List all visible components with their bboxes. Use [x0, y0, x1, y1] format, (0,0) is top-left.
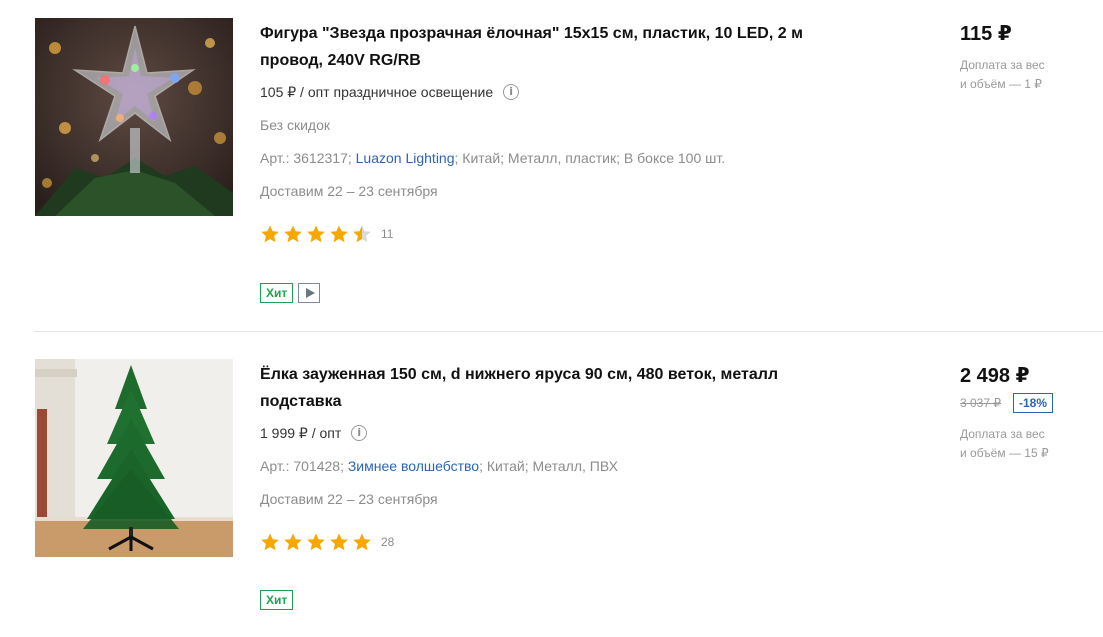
- product-info: Фигура "Звезда прозрачная ёлочная" 15х15…: [260, 20, 820, 245]
- old-price-row: 3 037 ₽ -18%: [960, 392, 1100, 414]
- badges: Хит: [260, 590, 294, 610]
- wholesale-price-row: 1 999 ₽ / опт i: [260, 423, 820, 443]
- price: 2 498 ₽: [960, 365, 1030, 387]
- star-icon: [283, 224, 303, 244]
- wholesale-price: 105 ₽ / опт праздничное освещение: [260, 84, 494, 100]
- title-line[interactable]: Фигура "Звезда прозрачная ёлочная" 15х15…: [260, 20, 820, 47]
- surcharge-line: и объём — 1 ₽: [960, 77, 1042, 91]
- product-card: Фигура "Звезда прозрачная ёлочная" 15х15…: [0, 0, 1103, 331]
- play-icon: [305, 288, 315, 298]
- info-icon[interactable]: i: [351, 425, 368, 441]
- star-icon: [352, 224, 372, 244]
- hit-badge: Хит: [260, 283, 294, 303]
- article-number: Арт.: 701428;: [260, 458, 344, 474]
- wholesale-price: 1 999 ₽ / опт: [260, 425, 342, 441]
- surcharge-line: Доплата за вес: [960, 427, 1045, 441]
- star-icon: [329, 224, 349, 244]
- play-video-button[interactable]: [298, 283, 321, 303]
- product-title[interactable]: Ёлка зауженная 150 см, d нижнего яруса 9…: [260, 361, 820, 415]
- price-box: 2 498 ₽ 3 037 ₽ -18% Доплата за вес и об…: [960, 364, 1100, 463]
- star-rating: [260, 224, 372, 244]
- rating[interactable]: 28: [260, 531, 820, 553]
- country: Китай;: [462, 150, 505, 166]
- delivery-date: Доставим 22 – 23 сентября: [260, 491, 438, 507]
- delivery-date: Доставим 22 – 23 сентября: [260, 183, 438, 199]
- country: Китай;: [486, 458, 529, 474]
- product-info: Ёлка зауженная 150 см, d нижнего яруса 9…: [260, 361, 820, 553]
- title-line[interactable]: провод, 240V RG/RB: [260, 47, 820, 74]
- material: Металл, ПВХ: [532, 458, 618, 474]
- product-title[interactable]: Фигура "Звезда прозрачная ёлочная" 15х15…: [260, 20, 820, 74]
- discount-badge: -18%: [1013, 393, 1054, 413]
- title-line[interactable]: подставка: [260, 388, 820, 415]
- surcharge-line: Доплата за вес: [960, 58, 1045, 72]
- brand-link[interactable]: Зимнее волшебство: [348, 458, 479, 474]
- price-box: 115 ₽ Доплата за вес и объём — 1 ₽: [960, 22, 1100, 94]
- star-icon: [352, 532, 372, 552]
- wholesale-price-row: 105 ₽ / опт праздничное освещение i: [260, 82, 820, 102]
- info-icon[interactable]: i: [503, 84, 520, 100]
- hit-badge: Хит: [260, 590, 294, 610]
- product-image[interactable]: [35, 18, 233, 216]
- fir-tree-photo: [35, 359, 233, 557]
- star-icon: [283, 532, 303, 552]
- star-icon: [260, 532, 280, 552]
- brand-link[interactable]: Luazon Lighting: [356, 150, 455, 166]
- star-topper-photo: [35, 18, 233, 216]
- badges: Хит: [260, 283, 321, 303]
- surcharge-line: и объём — 15 ₽: [960, 446, 1049, 460]
- star-icon: [260, 224, 280, 244]
- product-list: Фигура "Звезда прозрачная ёлочная" 15х15…: [0, 0, 1103, 637]
- product-attributes: Арт.: 701428; Зимнее волшебство; Китай; …: [260, 458, 618, 474]
- star-icon: [306, 532, 326, 552]
- surcharge-note: Доплата за вес и объём — 1 ₽: [960, 56, 1070, 94]
- old-price: 3 037 ₽: [960, 396, 1001, 410]
- star-rating: [260, 532, 372, 552]
- product-attributes: Арт.: 3612317; Luazon Lighting; Китай; М…: [260, 150, 726, 166]
- star-icon: [329, 532, 349, 552]
- discount-note: Без скидок: [260, 117, 330, 133]
- review-count[interactable]: 11: [381, 227, 393, 241]
- product-card: Ёлка зауженная 150 см, d нижнего яруса 9…: [0, 331, 1103, 637]
- review-count[interactable]: 28: [381, 535, 394, 549]
- box-quantity: В боксе 100 шт.: [623, 150, 726, 166]
- title-line[interactable]: Ёлка зауженная 150 см, d нижнего яруса 9…: [260, 361, 820, 388]
- price: 115 ₽: [960, 23, 1012, 45]
- article-number: Арт.: 3612317;: [260, 150, 352, 166]
- rating[interactable]: 11: [260, 223, 820, 245]
- material: Металл, пластик;: [507, 150, 621, 166]
- product-image[interactable]: [35, 359, 233, 557]
- star-icon: [306, 224, 326, 244]
- surcharge-note: Доплата за вес и объём — 15 ₽: [960, 425, 1070, 463]
